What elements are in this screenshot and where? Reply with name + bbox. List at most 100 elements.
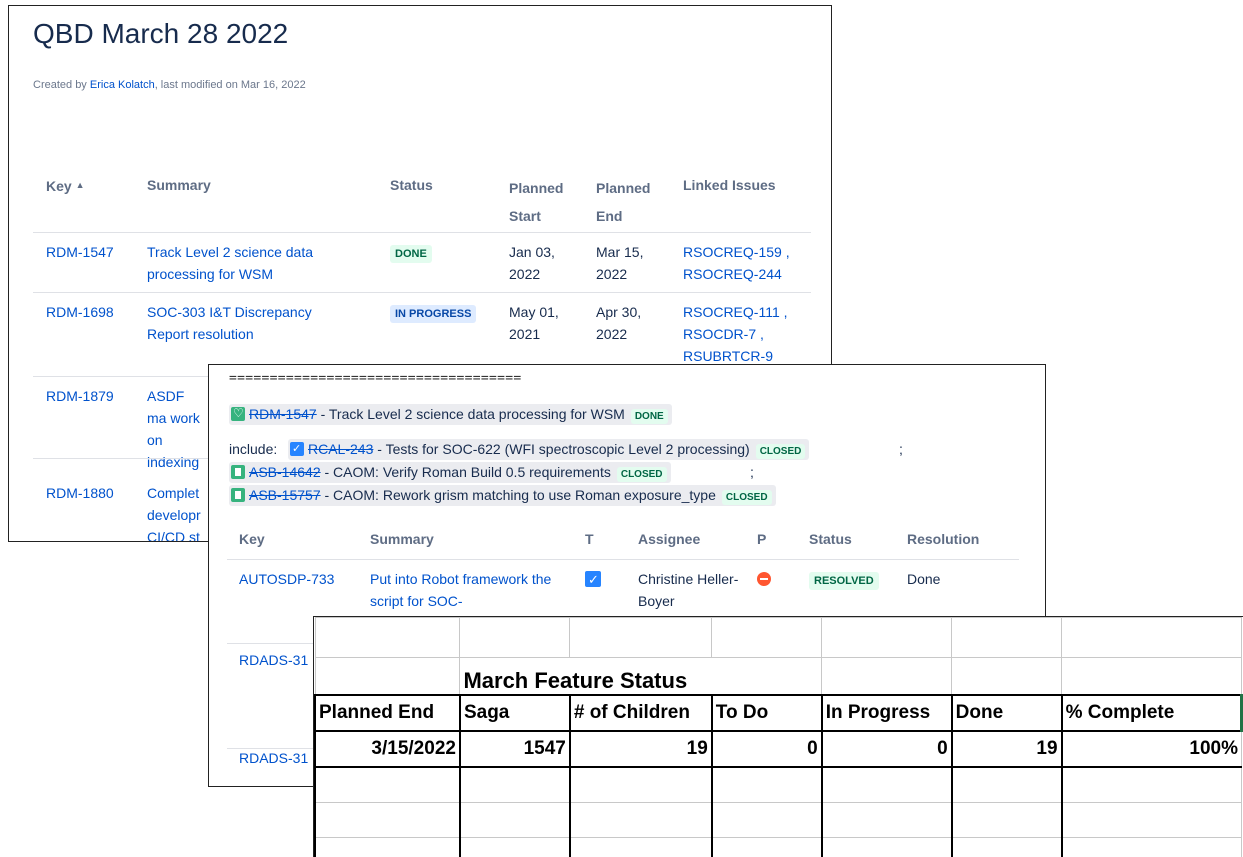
cell[interactable]: [951, 766, 1063, 803]
page-title: QBD March 28 2022: [33, 18, 289, 49]
cell[interactable]: [1061, 836, 1242, 857]
cell[interactable]: [1061, 617, 1242, 658]
epic-summary: - Track Level 2 science data processing …: [316, 406, 625, 422]
cell[interactable]: [314, 766, 461, 803]
planned-end: Mar 15, 2022: [596, 244, 644, 282]
header-cell[interactable]: In Progress: [821, 694, 953, 732]
issue-key-link[interactable]: RDM-1547: [46, 244, 114, 260]
cell[interactable]: [1061, 801, 1242, 838]
value-cell[interactable]: 19: [951, 730, 1063, 768]
issue-key-link[interactable]: RCAL-243: [308, 441, 373, 457]
cell[interactable]: [459, 836, 571, 857]
value-cell[interactable]: 0: [711, 730, 823, 768]
col-planned-end-header[interactable]: Planned End: [596, 174, 683, 232]
cell[interactable]: [821, 801, 953, 838]
task-type-icon: [585, 569, 601, 591]
col-summary-header[interactable]: Summary: [147, 174, 390, 232]
linked-issues-links[interactable]: RSOCREQ-159 , RSOCREQ-244: [683, 241, 813, 285]
include-issue-chip[interactable]: ASB-14642 - CAOM: Verify Roman Build 0.5…: [229, 462, 671, 483]
cell[interactable]: [569, 617, 713, 658]
col-priority-header[interactable]: P: [757, 528, 809, 559]
col-planned-start-header[interactable]: Planned Start: [509, 174, 596, 232]
epic-issue-chip[interactable]: RDM-1547 - Track Level 2 science data pr…: [229, 403, 672, 425]
value-cell[interactable]: 0: [821, 730, 953, 768]
row-divider: [227, 748, 327, 749]
col-status-header[interactable]: Status: [390, 174, 509, 232]
cell[interactable]: [821, 836, 953, 857]
story-icon: [231, 488, 245, 502]
header-cell[interactable]: # of Children: [569, 694, 713, 732]
cell[interactable]: [711, 836, 823, 857]
cell[interactable]: [314, 657, 461, 696]
col-key-header[interactable]: Key ▲: [46, 174, 147, 232]
include-issue-chip[interactable]: ASB-15757 - CAOM: Rework grism matching …: [229, 485, 776, 506]
cell[interactable]: [711, 801, 823, 838]
col-type-header[interactable]: T: [585, 528, 638, 559]
cell[interactable]: [314, 617, 461, 658]
byline-suffix: , last modified on Mar 16, 2022: [154, 79, 306, 91]
col-key-header[interactable]: Key: [239, 528, 370, 559]
issue-key-link[interactable]: RDADS-31: [239, 652, 308, 668]
value-cell[interactable]: 3/15/2022: [314, 730, 461, 768]
sheet-title-cell[interactable]: March Feature Status: [459, 657, 823, 696]
linked-issues-links[interactable]: RSOCREQ-111 , RSOCDR-7 , RSUBRTCR-9: [683, 301, 813, 367]
issue-summary-link[interactable]: Track Level 2 science data processing fo…: [147, 241, 347, 285]
issue-summary-link[interactable]: Put into Robot framework the script for …: [370, 568, 570, 612]
cell[interactable]: [459, 617, 571, 658]
status-badge: RESOLVED: [809, 572, 879, 590]
sheet-row: [314, 801, 1242, 838]
header-cell[interactable]: % Complete: [1061, 694, 1243, 732]
issue-key-link[interactable]: RDADS-31: [239, 750, 308, 766]
col-summary-header[interactable]: Summary: [370, 528, 585, 559]
issue-summary-link[interactable]: ASDF ma work on indexing: [147, 385, 207, 473]
col-resolution-header[interactable]: Resolution: [907, 528, 1017, 559]
value-cell[interactable]: 1547: [459, 730, 571, 768]
header-cell[interactable]: Planned End: [314, 694, 461, 732]
cell[interactable]: [711, 766, 823, 803]
header-cell[interactable]: To Do: [711, 694, 823, 732]
cell[interactable]: [711, 617, 823, 658]
include-label: include:: [229, 441, 278, 457]
value-cell[interactable]: 100%: [1061, 730, 1242, 768]
col-linked-issues-header[interactable]: Linked Issues: [683, 174, 823, 232]
issue-summary-link[interactable]: SOC-303 I&T Discrepancy Report resolutio…: [147, 301, 347, 345]
cell[interactable]: [459, 801, 571, 838]
status-badge: CLOSED: [616, 467, 667, 482]
sort-ascending-icon: ▲: [75, 180, 85, 190]
issue-key-link[interactable]: ASB-15757: [249, 487, 321, 503]
cell[interactable]: [951, 657, 1063, 696]
header-cell[interactable]: Saga: [459, 694, 571, 732]
issue-key-link[interactable]: AUTOSDP-733: [239, 571, 334, 587]
epic-key-link[interactable]: RDM-1547: [249, 406, 317, 422]
cell[interactable]: [821, 766, 953, 803]
value-cell[interactable]: 19: [569, 730, 713, 768]
issue-key-link[interactable]: ASB-14642: [249, 464, 321, 480]
issue-summary: - Tests for SOC-622 (WFI spectroscopic L…: [373, 441, 750, 457]
cell[interactable]: [951, 801, 1063, 838]
issue-key-link[interactable]: RDM-1698: [46, 304, 114, 320]
header-cell[interactable]: Done: [951, 694, 1063, 732]
col-status-header[interactable]: Status: [809, 528, 907, 559]
cell[interactable]: [1061, 657, 1242, 696]
col-assignee-header[interactable]: Assignee: [638, 528, 757, 559]
cell[interactable]: [1061, 766, 1242, 803]
issue-key-link[interactable]: RDM-1880: [46, 485, 114, 501]
issue-summary-link[interactable]: Complet developr CI/CD st: [147, 482, 207, 541]
cell[interactable]: [569, 836, 713, 857]
cell[interactable]: [951, 617, 1063, 658]
feature-status-sheet: March Feature Status Planned End Saga # …: [314, 617, 1243, 857]
cell[interactable]: [569, 766, 713, 803]
include-issue-chip[interactable]: RCAL-243 - Tests for SOC-622 (WFI spectr…: [288, 439, 810, 460]
cell[interactable]: [821, 657, 953, 696]
cell[interactable]: [314, 836, 461, 857]
status-badge: DONE: [390, 245, 432, 263]
cell[interactable]: [569, 801, 713, 838]
sheet-header-row: Planned End Saga # of Children To Do In …: [314, 694, 1243, 732]
cell[interactable]: [951, 836, 1063, 857]
cell[interactable]: [459, 766, 571, 803]
cell[interactable]: [314, 801, 461, 838]
cell[interactable]: [821, 617, 953, 658]
issue-key-link[interactable]: RDM-1879: [46, 388, 114, 404]
list-separator: ;: [750, 464, 754, 480]
byline-author-link[interactable]: Erica Kolatch: [90, 79, 155, 91]
